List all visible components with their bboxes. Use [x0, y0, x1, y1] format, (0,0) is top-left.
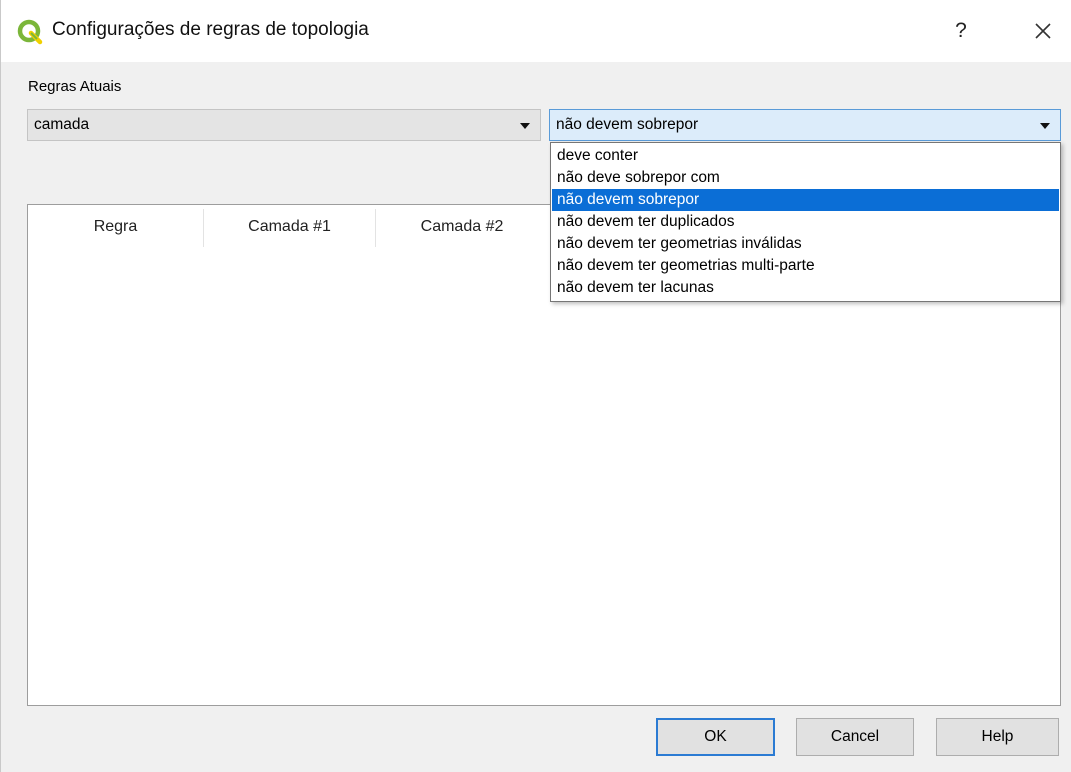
column-header-layer-2[interactable]: Camada #2 [376, 205, 548, 249]
dropdown-option[interactable]: não devem ter geometrias inválidas [552, 233, 1059, 255]
chevron-down-icon [1040, 123, 1050, 129]
dropdown-option[interactable]: não devem ter lacunas [552, 277, 1059, 299]
layer-select[interactable]: camada [27, 109, 541, 141]
close-button[interactable] [1025, 13, 1061, 49]
window-title: Configurações de regras de topologia [52, 19, 369, 40]
rule-select-value: não devem sobrepor [556, 116, 699, 133]
help-button[interactable]: Help [936, 718, 1059, 756]
qgis-logo-icon [17, 19, 43, 45]
ok-button[interactable]: OK [656, 718, 775, 756]
dropdown-option[interactable]: não devem ter duplicados [552, 211, 1059, 233]
topology-rules-dialog: Configurações de regras de topologia ? R… [0, 0, 1071, 772]
context-help-button[interactable]: ? [946, 14, 976, 48]
dropdown-option[interactable]: não devem ter geometrias multi-parte [552, 255, 1059, 277]
rule-select[interactable]: não devem sobrepor [549, 109, 1061, 141]
dropdown-option-selected[interactable]: não devem sobrepor [552, 189, 1059, 211]
dropdown-option[interactable]: deve conter [552, 145, 1059, 167]
column-header-rule[interactable]: Regra [28, 205, 203, 249]
cancel-button[interactable]: Cancel [796, 718, 914, 756]
layer-select-value: camada [34, 116, 90, 133]
title-bar: Configurações de regras de topologia ? [1, 0, 1071, 62]
rule-dropdown-list: deve conter não deve sobrepor com não de… [550, 142, 1061, 302]
dropdown-option[interactable]: não deve sobrepor com [552, 167, 1059, 189]
column-header-layer-1[interactable]: Camada #1 [204, 205, 375, 249]
close-icon [1035, 23, 1051, 39]
current-rules-label: Regras Atuais [28, 78, 122, 95]
chevron-down-icon [520, 123, 530, 129]
